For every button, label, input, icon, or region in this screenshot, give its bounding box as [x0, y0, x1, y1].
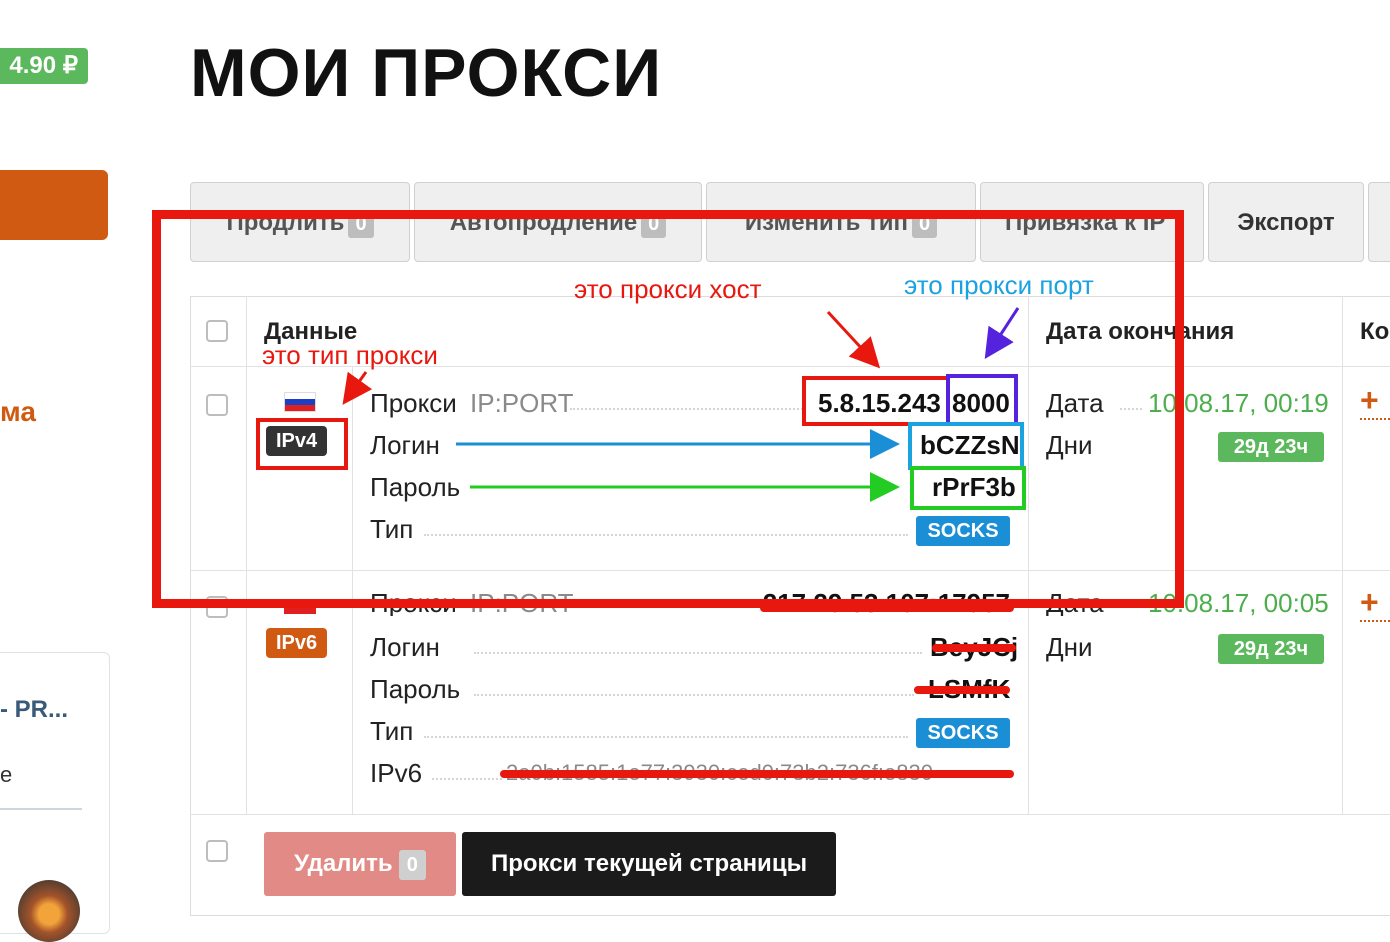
type-arrow [342, 371, 373, 405]
host-arrow [826, 310, 881, 369]
annotation-arrows [342, 307, 1020, 502]
port-arrow [984, 307, 1020, 360]
